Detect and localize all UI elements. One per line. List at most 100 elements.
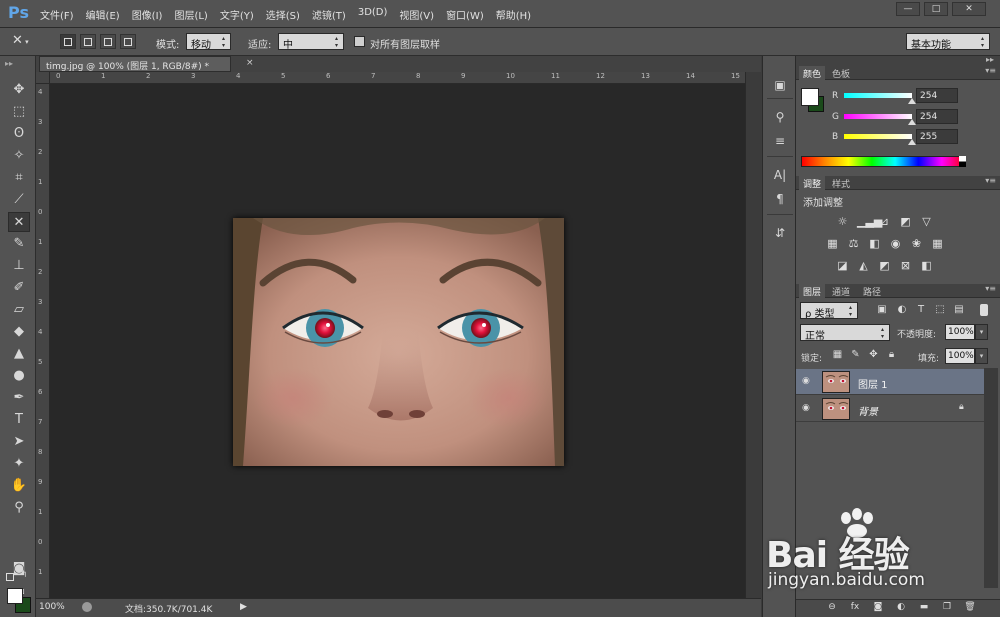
panel-menu-icon[interactable]: ▾≡ — [985, 284, 996, 293]
character-panel-icon[interactable]: A| — [771, 166, 789, 184]
brush-panel-icon[interactable]: ⚲ — [771, 108, 789, 126]
menu-edit[interactable]: 编辑(E) — [86, 7, 120, 22]
add-selection-mode[interactable] — [80, 34, 96, 49]
tab-channels[interactable]: 通道 — [828, 284, 854, 298]
tab-close-icon[interactable]: × — [246, 58, 254, 68]
panel-grip-icon[interactable]: ▸▸ — [5, 59, 13, 68]
menu-window[interactable]: 窗口(W) — [446, 7, 484, 22]
type-tool-icon[interactable]: T — [8, 410, 30, 430]
intersect-selection-mode[interactable] — [120, 34, 136, 49]
paragraph-panel-icon[interactable]: ¶ — [771, 190, 789, 208]
menu-3d[interactable]: 3D(D) — [358, 7, 388, 22]
visibility-eye-icon[interactable]: ◉ — [802, 376, 810, 386]
photo-canvas[interactable] — [233, 218, 564, 466]
blur-tool-icon[interactable]: ▲ — [8, 344, 30, 364]
close-button[interactable]: ✕ — [952, 2, 986, 16]
adapt-select[interactable]: 中 — [278, 33, 344, 50]
layer-row[interactable]: ◉ 背景 🔒︎ — [796, 396, 984, 422]
blend-mode-select[interactable]: 正常 — [800, 324, 890, 341]
fill-stepper[interactable]: ▾ — [975, 348, 988, 364]
document-tab[interactable]: timg.jpg @ 100% (图层 1, RGB/8#) * — [39, 56, 231, 72]
tool-preset-picker[interactable]: ✕ ▾ — [12, 33, 42, 49]
opacity-stepper[interactable]: ▾ — [975, 324, 988, 340]
menu-select[interactable]: 选择(S) — [266, 7, 300, 22]
slider-thumb[interactable] — [908, 139, 916, 145]
lock-position-icon[interactable]: ✥ — [868, 349, 879, 361]
tab-styles[interactable]: 样式 — [828, 176, 854, 190]
layer-row[interactable]: ◉ 图层 1 — [796, 369, 984, 395]
vertical-ruler[interactable]: 43210123456789101 — [36, 84, 50, 598]
magic-wand-tool-icon[interactable]: ✧ — [8, 146, 30, 166]
menu-file[interactable]: 文件(F) — [40, 7, 74, 22]
shape-tool-icon[interactable]: ✦ — [8, 454, 30, 474]
menu-layer[interactable]: 图层(L) — [174, 7, 207, 22]
layer-name[interactable]: 图层 1 — [858, 376, 888, 391]
tab-color[interactable]: 颜色 — [799, 66, 826, 80]
curves-icon[interactable]: ⊿ — [878, 216, 891, 228]
path-select-tool-icon[interactable]: ➤ — [8, 432, 30, 452]
pixel-filter-icon[interactable]: ▣ — [876, 304, 888, 316]
new-group-icon[interactable]: ▬ — [918, 602, 930, 614]
menu-image[interactable]: 图像(I) — [132, 7, 163, 22]
invert-icon[interactable]: ◪ — [836, 260, 849, 272]
menu-filter[interactable]: 滤镜(T) — [312, 7, 346, 22]
layer-style-icon[interactable]: fx — [849, 602, 861, 614]
workspace-select[interactable]: 基本功能 — [906, 33, 990, 50]
visibility-eye-icon[interactable]: ◉ — [802, 403, 810, 413]
channel-mixer-icon[interactable]: ❀ — [910, 238, 923, 250]
type-filter-icon[interactable]: T — [915, 304, 927, 316]
maximize-button[interactable]: □ — [924, 2, 948, 16]
new-adjustment-layer-icon[interactable]: ◐ — [895, 602, 907, 614]
spectrum-bw-swatch[interactable] — [959, 156, 966, 167]
slider-thumb[interactable] — [907, 98, 916, 104]
menu-view[interactable]: 视图(V) — [399, 7, 434, 22]
channel-value-input[interactable]: 254 — [916, 88, 958, 103]
vibrance-triangle-icon[interactable]: ▽ — [920, 216, 933, 228]
channel-value-input[interactable]: 254 — [916, 109, 958, 124]
lock-all-icon[interactable]: 🔒︎ — [886, 349, 897, 361]
channel-value-input[interactable]: 255 — [916, 129, 958, 144]
channel-slider[interactable] — [844, 114, 912, 119]
clone-source-icon[interactable]: ⇵ — [771, 224, 789, 242]
gradient-map-icon[interactable]: ⊠ — [899, 260, 912, 272]
fill-input[interactable]: 100% — [945, 348, 975, 364]
filter-toggle-switch[interactable] — [980, 304, 988, 316]
threshold-icon[interactable]: ◩ — [878, 260, 891, 272]
crop-tool-icon[interactable]: ⌗ — [8, 168, 30, 188]
color-spectrum-bar[interactable] — [801, 156, 966, 167]
posterize-icon[interactable]: ◭ — [857, 260, 870, 272]
sample-all-checkbox[interactable] — [354, 36, 365, 47]
exposure-icon[interactable]: ◩ — [899, 216, 912, 228]
lock-transparent-icon[interactable]: ▦ — [832, 349, 843, 361]
layer-name[interactable]: 背景 — [858, 403, 878, 418]
move-tool-icon[interactable]: ✥ — [8, 80, 30, 100]
subtract-selection-mode[interactable] — [100, 34, 116, 49]
opacity-input[interactable]: 100% — [945, 324, 975, 340]
pen-tool-icon[interactable]: ✒ — [8, 388, 30, 408]
history-panel-icon[interactable]: ▣ — [771, 76, 789, 94]
red-eye-tool-icon[interactable]: ✕ — [8, 212, 30, 232]
tab-swatches[interactable]: 色板 — [828, 66, 854, 80]
brush-tool-icon[interactable]: ✎ — [8, 234, 30, 254]
shape-filter-icon[interactable]: ⬚ — [934, 304, 946, 316]
tab-layers[interactable]: 图层 — [799, 284, 826, 298]
menu-type[interactable]: 文字(Y) — [220, 7, 254, 22]
levels-icon[interactable]: ▁▃▅ — [857, 216, 882, 228]
ruler-origin[interactable] — [36, 72, 50, 84]
delete-layer-icon[interactable]: 🗑︎ — [964, 602, 976, 614]
color-lookup-icon[interactable]: ▦ — [931, 238, 944, 250]
hand-tool-icon[interactable]: ✋ — [8, 476, 30, 496]
photo-filter-icon[interactable]: ◉ — [889, 238, 902, 250]
stamp-tool-icon[interactable]: ⊥ — [8, 256, 30, 276]
vertical-scrollbar[interactable] — [745, 72, 761, 598]
slider-thumb[interactable] — [907, 119, 916, 125]
eraser-tool-icon[interactable]: ▱ — [8, 300, 30, 320]
lasso-tool-icon[interactable]: ʘ — [8, 124, 30, 144]
tab-adjustments[interactable]: 调整 — [799, 176, 826, 190]
channel-slider[interactable] — [844, 93, 912, 98]
paint-bucket-tool-icon[interactable]: ◆ — [8, 322, 30, 342]
black-white-icon[interactable]: ◧ — [868, 238, 881, 250]
canvas-area[interactable] — [50, 84, 745, 598]
brightness-icon[interactable]: ☼ — [836, 216, 849, 228]
panel-collapse-bar[interactable]: ▸▸ — [796, 55, 1000, 66]
